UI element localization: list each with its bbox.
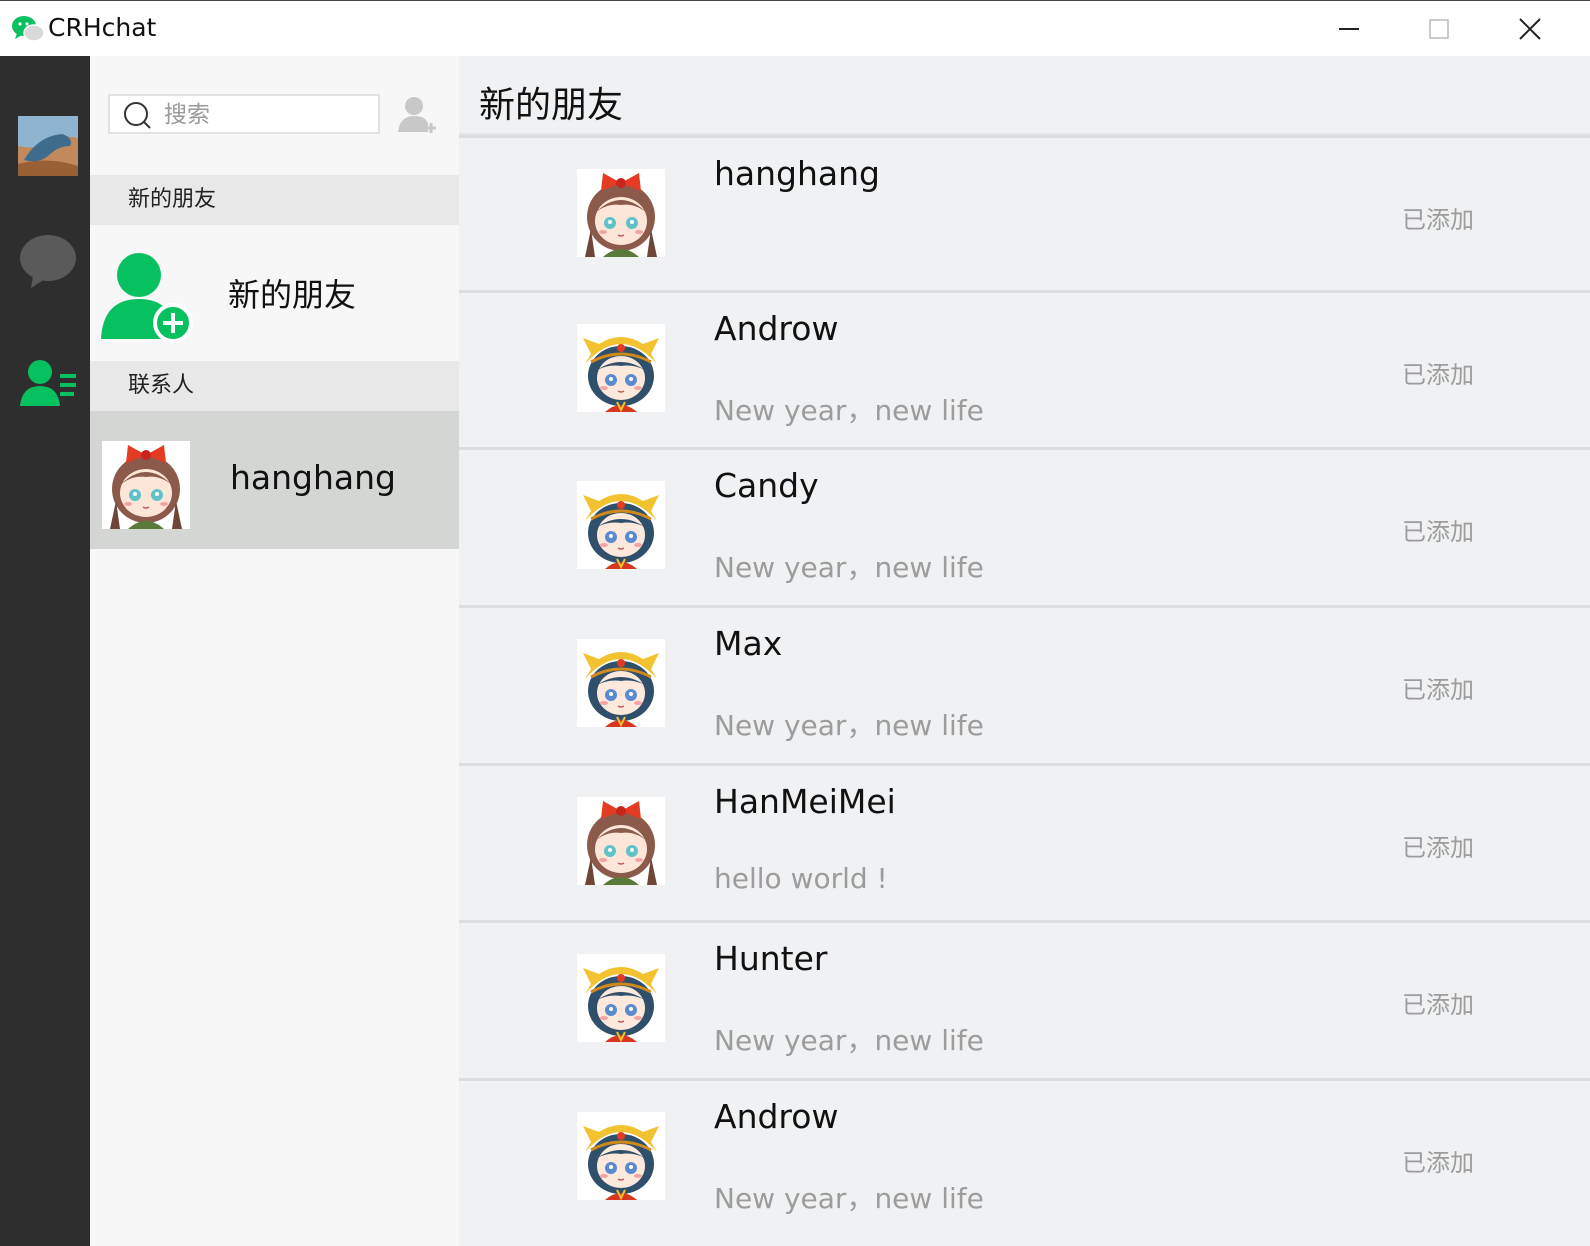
page-title: 新的朋友 [479,85,624,126]
request-status: 已添加 [1402,206,1474,234]
request-status: 已添加 [1402,518,1474,546]
add-contact-icon[interactable] [396,94,438,136]
maximize-icon[interactable] [1416,7,1462,51]
girl-yellow-hat-avatar [577,639,665,727]
contact-list-item[interactable]: hanghang [90,411,459,549]
request-message: New year，new life [714,394,984,427]
request-name: hanghang [714,154,880,193]
girl-red-bow-avatar [102,441,190,529]
friend-request-row[interactable]: Androw New year，new life 已添加 [459,1078,1590,1233]
section-header-new-friends: 新的朋友 [90,175,459,225]
contacts-icon[interactable] [20,358,78,408]
request-status: 已添加 [1402,676,1474,704]
title-bar: CRHchat [0,0,1590,56]
section-header-contacts: 联系人 [90,361,459,411]
search-icon [124,102,151,129]
request-message: New year，new life [714,551,984,584]
request-name: Max [714,624,783,663]
girl-red-bow-avatar [577,169,665,257]
friend-request-row[interactable]: HanMeiMei hello world ! 已添加 [459,763,1590,918]
request-name: Androw [714,1097,839,1136]
girl-yellow-hat-avatar [577,1112,665,1200]
close-icon[interactable] [1507,7,1553,51]
window-title: CRHchat [48,13,157,42]
request-status: 已添加 [1402,361,1474,389]
girl-yellow-hat-avatar [577,481,665,569]
request-message: New year，new life [714,1024,984,1057]
new-friends-item[interactable]: 新的朋友 [90,225,459,361]
nav-rail [0,56,90,1246]
add-friend-icon [101,253,193,343]
request-message: New year，new life [714,709,984,742]
girl-red-bow-avatar [577,797,665,885]
request-message: New year，new life [714,1182,984,1215]
contact-list-panel: 新的朋友 新的朋友 联系人 hanghang [90,56,459,1246]
friend-request-row[interactable]: hanghang 已添加 [459,135,1590,290]
request-status: 已添加 [1402,1149,1474,1177]
user-avatar[interactable] [18,116,78,176]
request-name: Androw [714,309,839,348]
girl-yellow-hat-avatar [577,324,665,412]
search-input[interactable] [162,98,376,132]
request-name: HanMeiMei [714,782,896,821]
contact-name: hanghang [230,458,396,497]
friend-request-row[interactable]: Androw New year，new life 已添加 [459,290,1590,445]
new-friends-content: 新的朋友 hanghang 已添加 Androw New year，new li… [459,56,1590,1246]
request-name: Candy [714,466,819,505]
request-status: 已添加 [1402,991,1474,1019]
chat-icon[interactable] [19,232,77,290]
friend-request-row[interactable]: Candy New year，new life 已添加 [459,447,1590,602]
friend-request-row[interactable]: Hunter New year，new life 已添加 [459,920,1590,1075]
girl-yellow-hat-avatar [577,954,665,1042]
search-box[interactable] [108,94,380,134]
app-logo-icon [12,16,45,42]
new-friends-label: 新的朋友 [228,276,357,314]
request-status: 已添加 [1402,834,1474,862]
request-name: Hunter [714,939,828,978]
friend-request-row[interactable]: Max New year，new life 已添加 [459,605,1590,760]
request-message: hello world ! [714,862,888,895]
minimize-icon[interactable] [1326,7,1372,51]
